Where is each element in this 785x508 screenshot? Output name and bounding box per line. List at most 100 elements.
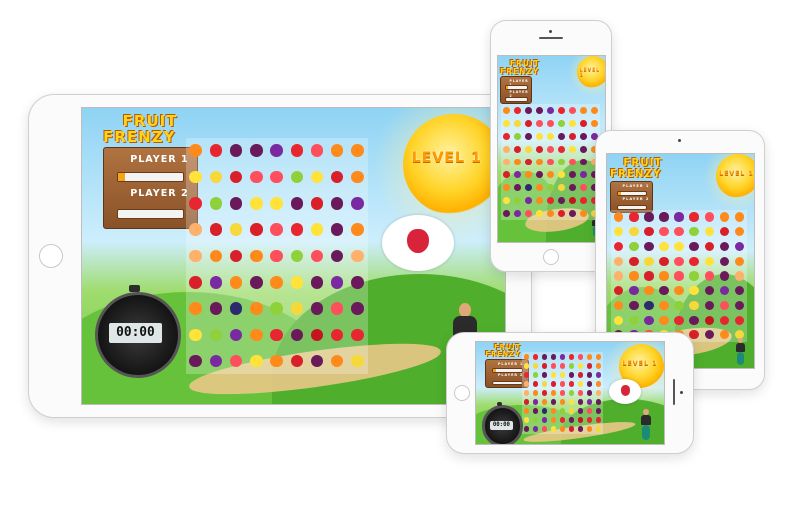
strawberry-icon[interactable] bbox=[290, 223, 304, 236]
grape-icon[interactable] bbox=[209, 276, 223, 289]
watermelon-icon[interactable] bbox=[577, 390, 584, 396]
apple-green-icon[interactable] bbox=[532, 417, 539, 423]
plum-icon[interactable] bbox=[250, 276, 263, 289]
grape-icon[interactable] bbox=[595, 372, 602, 378]
plum-icon[interactable] bbox=[577, 408, 584, 414]
apple-red-icon[interactable] bbox=[250, 223, 263, 236]
strawberry-icon[interactable] bbox=[330, 328, 344, 342]
orange-icon[interactable] bbox=[659, 271, 669, 281]
apple-red-icon[interactable] bbox=[209, 223, 223, 236]
apple-green-icon[interactable] bbox=[547, 184, 554, 192]
apple-red-icon[interactable] bbox=[577, 372, 584, 378]
watermelon-icon[interactable] bbox=[310, 144, 324, 157]
peach-icon[interactable] bbox=[734, 271, 744, 281]
apple-red-icon[interactable] bbox=[536, 145, 543, 153]
watermelon-icon[interactable] bbox=[270, 223, 283, 236]
orange-icon[interactable] bbox=[270, 276, 283, 289]
plum-icon[interactable] bbox=[629, 300, 639, 310]
strawberry-icon[interactable] bbox=[568, 381, 575, 387]
orange-icon[interactable] bbox=[532, 390, 539, 396]
orange-icon[interactable] bbox=[614, 300, 624, 310]
home-button[interactable] bbox=[454, 385, 470, 401]
orange-icon[interactable] bbox=[523, 353, 530, 360]
plum-icon[interactable] bbox=[189, 354, 202, 368]
apple-red-icon[interactable] bbox=[719, 227, 729, 237]
apple-green-icon[interactable] bbox=[629, 315, 639, 325]
plum-icon[interactable] bbox=[514, 184, 521, 192]
orange-icon[interactable] bbox=[351, 144, 364, 157]
plum-icon[interactable] bbox=[568, 372, 575, 378]
plum-icon[interactable] bbox=[532, 408, 539, 414]
apple-green-icon[interactable] bbox=[209, 197, 223, 210]
orange-icon[interactable] bbox=[547, 209, 554, 217]
apple-green-icon[interactable] bbox=[270, 302, 283, 315]
plum-icon[interactable] bbox=[659, 286, 669, 296]
strawberry-icon[interactable] bbox=[290, 144, 304, 157]
grape-icon[interactable] bbox=[629, 286, 639, 296]
orange-icon[interactable] bbox=[514, 158, 521, 166]
strawberry-icon[interactable] bbox=[689, 256, 699, 266]
plum-icon[interactable] bbox=[577, 426, 584, 433]
lemon-icon[interactable] bbox=[568, 399, 575, 405]
cherry-icon[interactable] bbox=[704, 315, 714, 325]
plum-icon[interactable] bbox=[541, 353, 548, 360]
banana-icon[interactable] bbox=[629, 227, 639, 237]
apple-red-icon[interactable] bbox=[330, 170, 344, 184]
plum-icon[interactable] bbox=[290, 328, 304, 342]
strawberry-icon[interactable] bbox=[523, 372, 530, 378]
plum-icon[interactable] bbox=[250, 144, 263, 157]
blueberry-icon[interactable] bbox=[229, 302, 243, 315]
strawberry-icon[interactable] bbox=[270, 328, 283, 342]
plum-icon[interactable] bbox=[557, 197, 565, 204]
grape-icon[interactable] bbox=[674, 212, 684, 222]
watermelon-icon[interactable] bbox=[568, 107, 576, 115]
watermelon-icon[interactable] bbox=[586, 408, 593, 414]
lemon-icon[interactable] bbox=[189, 170, 202, 184]
lemon-icon[interactable] bbox=[557, 171, 565, 179]
apple-green-icon[interactable] bbox=[689, 227, 699, 237]
watermelon-icon[interactable] bbox=[250, 170, 263, 184]
strawberry-icon[interactable] bbox=[579, 197, 587, 204]
plum-icon[interactable] bbox=[577, 399, 584, 405]
lemon-icon[interactable] bbox=[568, 145, 576, 153]
strawberry-icon[interactable] bbox=[595, 417, 602, 423]
plum-icon[interactable] bbox=[595, 399, 602, 405]
plum-icon[interactable] bbox=[209, 302, 223, 315]
plum-icon[interactable] bbox=[719, 241, 729, 252]
orange-icon[interactable] bbox=[550, 417, 557, 423]
grape-icon[interactable] bbox=[644, 315, 654, 325]
strawberry-icon[interactable] bbox=[734, 315, 744, 325]
plum-icon[interactable] bbox=[704, 330, 714, 340]
banana-icon[interactable] bbox=[229, 223, 243, 236]
grape-icon[interactable] bbox=[532, 399, 539, 405]
orange-icon[interactable] bbox=[250, 328, 263, 342]
orange-icon[interactable] bbox=[330, 144, 344, 157]
lemon-icon[interactable] bbox=[550, 372, 557, 378]
plum-icon[interactable] bbox=[595, 408, 602, 414]
watermelon-icon[interactable] bbox=[719, 300, 729, 310]
cherry-icon[interactable] bbox=[577, 417, 584, 423]
strawberry-icon[interactable] bbox=[351, 328, 364, 342]
apple-red-icon[interactable] bbox=[704, 241, 714, 252]
apple-green-icon[interactable] bbox=[290, 170, 304, 184]
plum-icon[interactable] bbox=[536, 107, 543, 115]
orange-icon[interactable] bbox=[536, 158, 543, 166]
orange-icon[interactable] bbox=[503, 107, 511, 115]
orange-icon[interactable] bbox=[547, 171, 554, 179]
watermelon-icon[interactable] bbox=[579, 184, 587, 192]
plum-icon[interactable] bbox=[689, 241, 699, 252]
lemon-icon[interactable] bbox=[674, 241, 684, 252]
apple-green-icon[interactable] bbox=[290, 249, 304, 263]
peach-icon[interactable] bbox=[595, 390, 602, 396]
plum-icon[interactable] bbox=[330, 249, 344, 263]
apple-green-icon[interactable] bbox=[568, 390, 575, 396]
plum-icon[interactable] bbox=[351, 276, 364, 289]
orange-icon[interactable] bbox=[536, 184, 543, 192]
peach-icon[interactable] bbox=[614, 271, 624, 281]
lemon-icon[interactable] bbox=[704, 256, 714, 266]
banana-icon[interactable] bbox=[595, 426, 602, 433]
lemon-icon[interactable] bbox=[568, 120, 576, 127]
apple-red-icon[interactable] bbox=[532, 381, 539, 387]
plum-icon[interactable] bbox=[541, 372, 548, 378]
banana-icon[interactable] bbox=[644, 256, 654, 266]
